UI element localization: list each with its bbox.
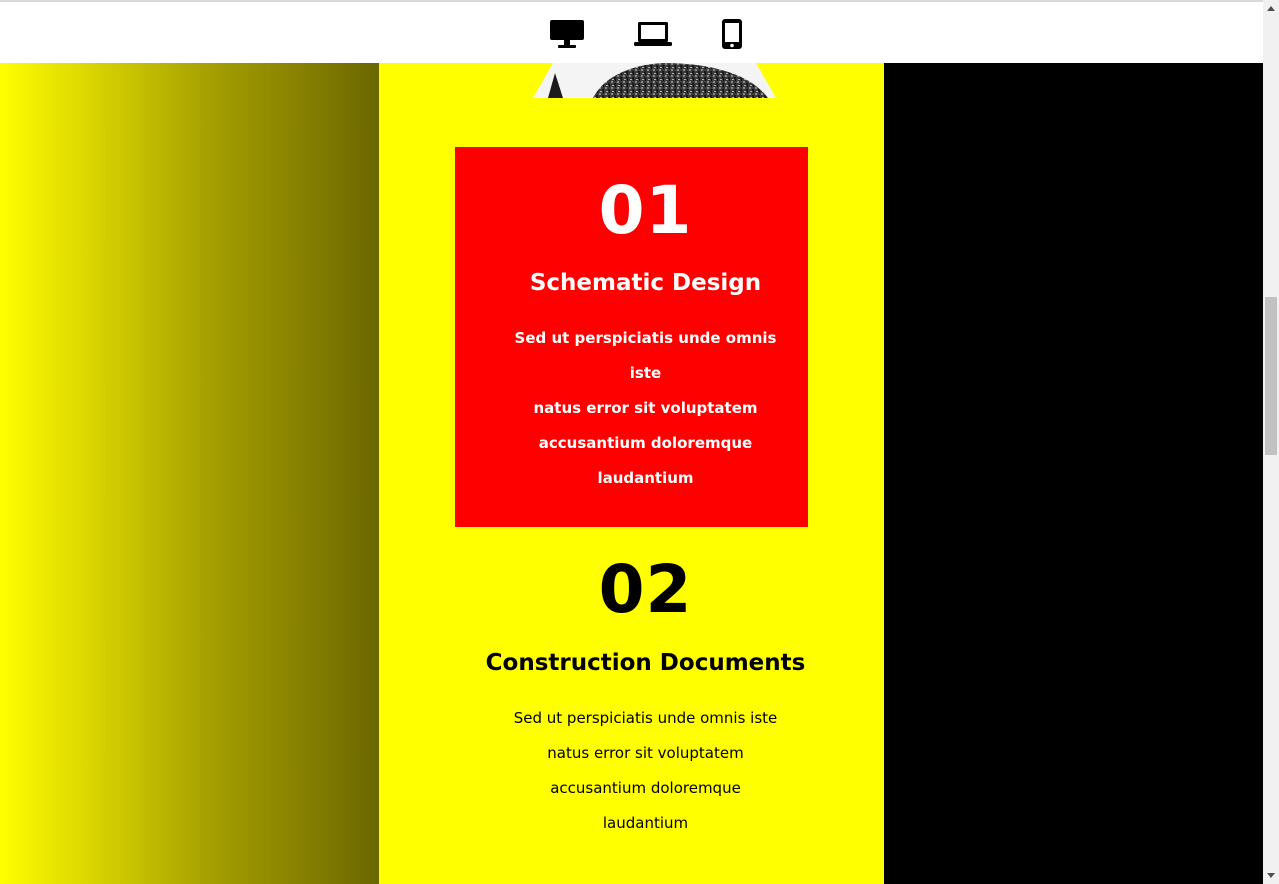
step-description-line: Sed ut perspiciatis unde omnis iste — [514, 329, 777, 382]
step-description-line: laudantium — [602, 814, 689, 832]
laptop-view-button[interactable] — [631, 16, 675, 52]
step-description: Sed ut perspiciatis unde omnis iste natu… — [511, 321, 781, 496]
process-step-card: 01 Schematic Design Sed ut perspiciatis … — [455, 147, 808, 527]
mobile-view-button[interactable] — [718, 16, 746, 52]
scroll-up-arrow[interactable] — [1263, 0, 1279, 16]
laptop-icon — [634, 22, 672, 46]
device-preview-toolbar — [0, 0, 1263, 63]
right-black-panel — [884, 63, 1263, 884]
desktop-view-button[interactable] — [547, 16, 587, 52]
scroll-down-arrow[interactable] — [1263, 868, 1279, 884]
step-description-line: natus error sit voluptatem — [533, 399, 758, 417]
left-gradient-panel — [0, 63, 379, 884]
step-description-line: laudantium — [597, 469, 694, 487]
caret-up-icon — [1267, 6, 1275, 11]
mobile-icon — [722, 19, 742, 49]
caret-down-icon — [1267, 873, 1275, 878]
process-step-card: 02 Construction Documents Sed ut perspic… — [455, 527, 808, 867]
scrollbar-thumb[interactable] — [1265, 297, 1277, 455]
step-description-line: natus error sit voluptatem — [547, 744, 744, 762]
page: 01 Schematic Design Sed ut perspiciatis … — [0, 0, 1279, 884]
step-title: Schematic Design — [529, 270, 762, 296]
portrait-image — [533, 63, 776, 98]
step-description-line: Sed ut perspiciatis unde omnis iste — [513, 709, 778, 727]
step-title: Construction Documents — [485, 650, 806, 676]
vertical-scrollbar[interactable] — [1263, 0, 1279, 884]
step-number: 02 — [598, 551, 693, 628]
desktop-icon — [550, 20, 584, 48]
step-description: Sed ut perspiciatis unde omnis iste natu… — [511, 701, 781, 841]
step-description-line: accusantium doloremque — [538, 434, 753, 452]
step-number: 01 — [598, 172, 693, 249]
step-description-line: accusantium doloremque — [550, 779, 741, 797]
